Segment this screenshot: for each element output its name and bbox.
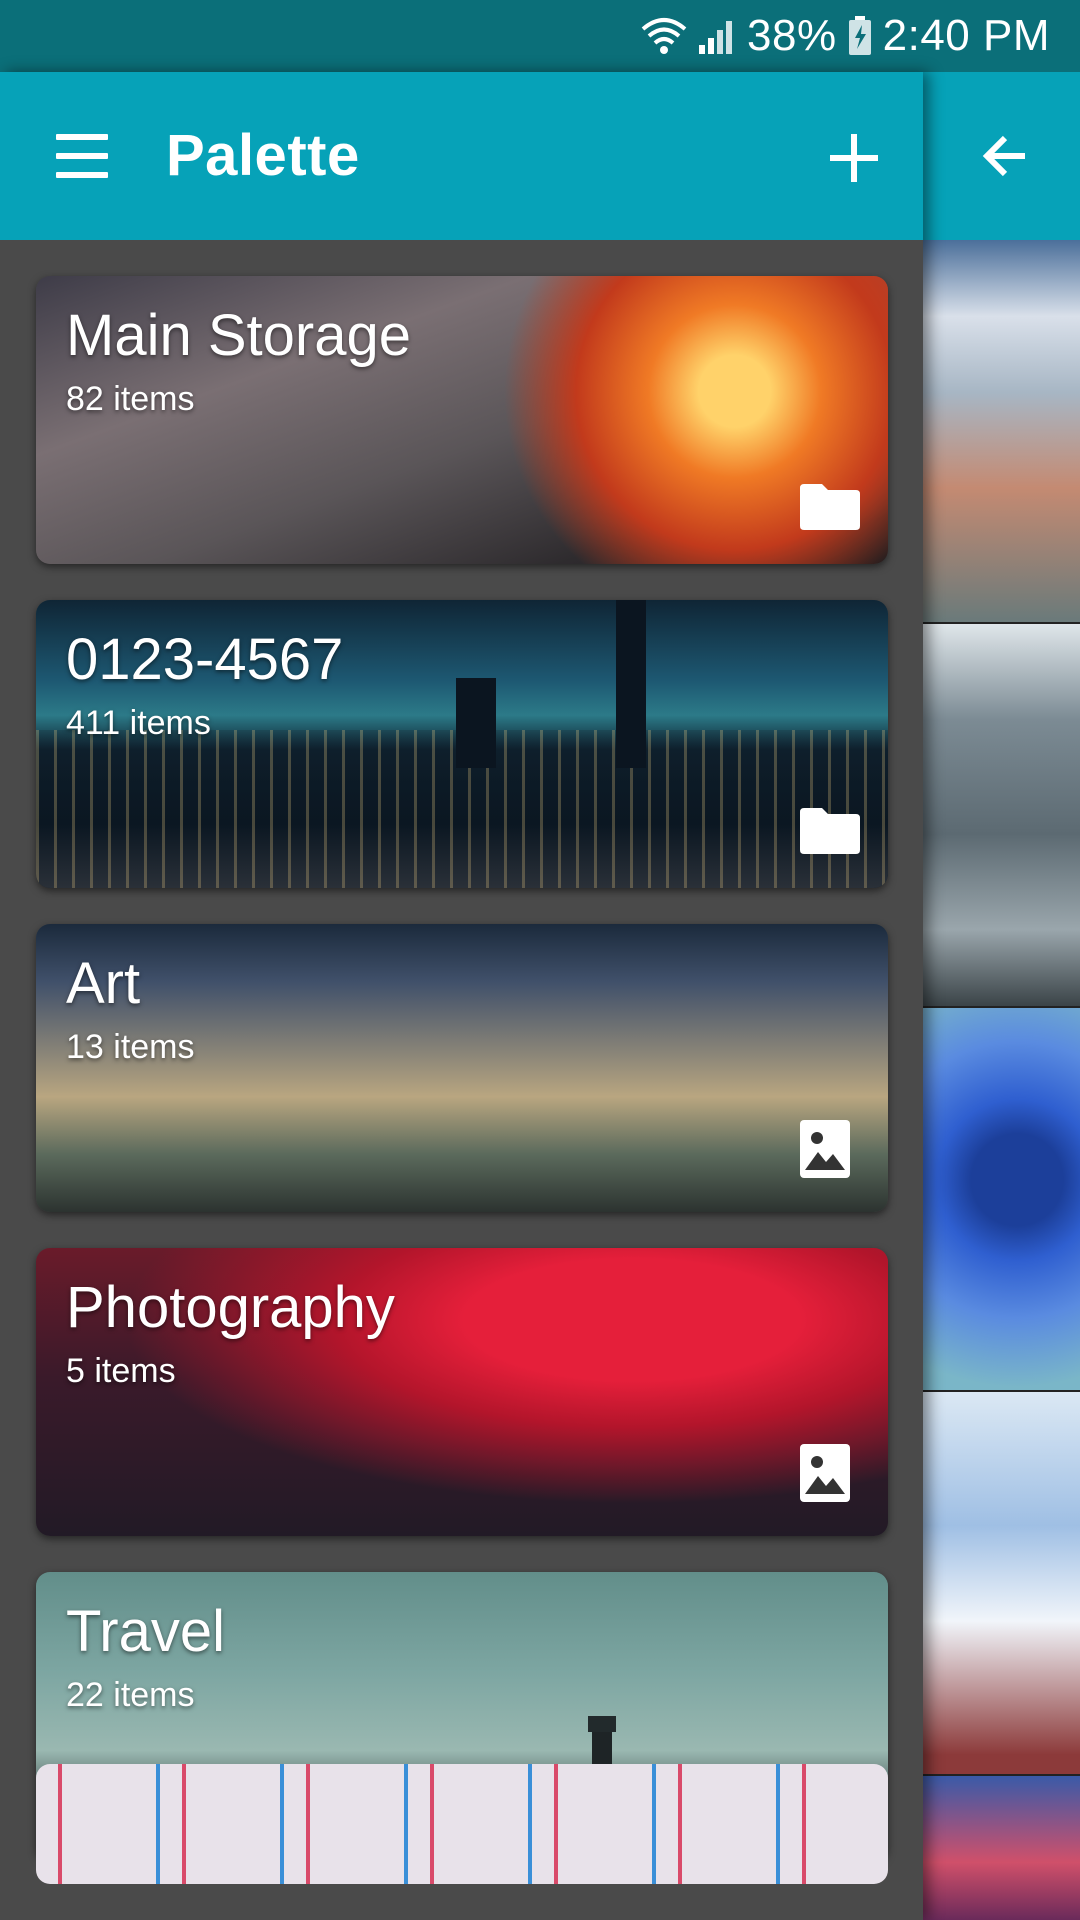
app-title: Palette: [166, 123, 360, 188]
arrow-back-icon[interactable]: [979, 130, 1031, 182]
photo-thumbnail[interactable]: [923, 1008, 1080, 1390]
photo-thumbnail[interactable]: [923, 240, 1080, 622]
folder-icon: [800, 472, 860, 530]
wifi-icon: [641, 17, 687, 55]
image-icon: [800, 1444, 860, 1502]
album-title: Art: [66, 951, 141, 1016]
album-card-photography[interactable]: Photography 5 items: [36, 1248, 888, 1536]
album-card-partial[interactable]: [36, 1764, 888, 1884]
photo-thumbnail[interactable]: [923, 1392, 1080, 1774]
battery-percent: 38%: [747, 11, 837, 60]
album-count: 82 items: [66, 380, 195, 418]
status-bar: 38% 2:40 PM: [0, 0, 1080, 72]
album-count: 5 items: [66, 1352, 176, 1390]
album-title: Main Storage: [66, 303, 411, 368]
photo-thumbnail[interactable]: [923, 1776, 1080, 1920]
album-count: 411 items: [66, 704, 211, 742]
album-count: 13 items: [66, 1028, 195, 1066]
album-title: Photography: [66, 1275, 395, 1340]
battery-charging-icon: [847, 16, 873, 56]
image-icon: [800, 1120, 860, 1178]
album-card-main-storage[interactable]: Main Storage 82 items: [36, 276, 888, 564]
peek-toolbar: [923, 72, 1080, 240]
plus-icon[interactable]: [830, 134, 878, 182]
album-card-art[interactable]: Art 13 items: [36, 924, 888, 1212]
hamburger-menu-icon[interactable]: [52, 134, 112, 178]
photo-thumbnail[interactable]: [923, 624, 1080, 1006]
album-count: 22 items: [66, 1676, 195, 1714]
app-bar: Palette: [0, 72, 923, 240]
folder-icon: [800, 796, 860, 854]
clock: 2:40 PM: [882, 11, 1050, 60]
photo-grid-peek: [923, 72, 1080, 1920]
album-title: Travel: [66, 1599, 225, 1664]
signal-icon: [697, 17, 737, 55]
album-drawer: Palette Main Storage 82 items 0123-4567 …: [0, 72, 923, 1920]
album-title: 0123-4567: [66, 627, 344, 692]
album-card-0123-4567[interactable]: 0123-4567 411 items: [36, 600, 888, 888]
